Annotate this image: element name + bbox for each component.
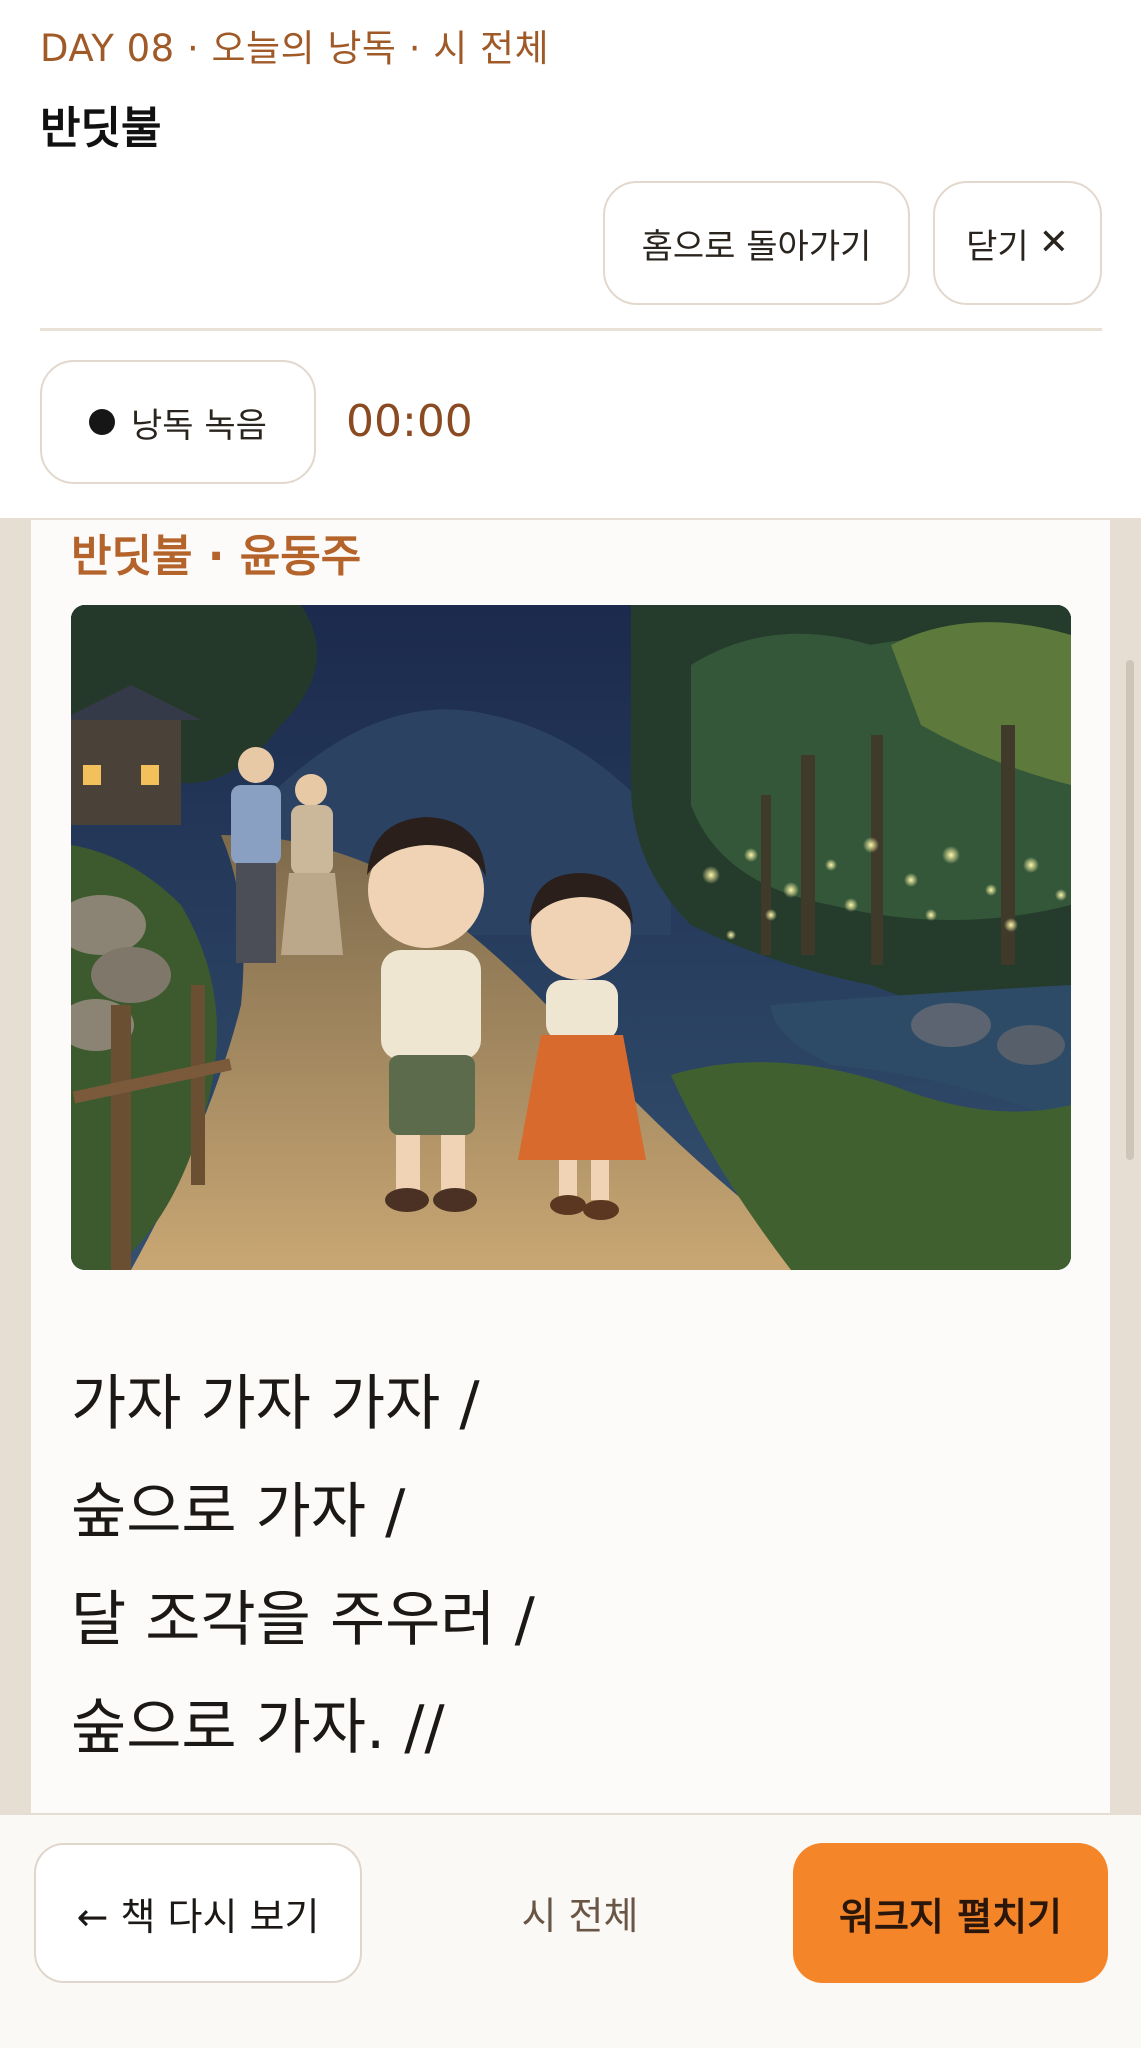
page-title: 반딧불 bbox=[40, 103, 162, 154]
day-eyebrow: DAY 08 · 오늘의 낭독 · 시 전체 bbox=[40, 27, 550, 70]
back-to-book-label: ← 책 다시 보기 bbox=[76, 1894, 320, 1939]
record-button[interactable]: 낭독 녹음 bbox=[40, 360, 316, 484]
record-button-label: 낭독 녹음 bbox=[131, 405, 267, 446]
header-divider bbox=[40, 328, 1102, 331]
close-button-label: 닫기 bbox=[966, 226, 1029, 267]
record-dot-icon bbox=[89, 409, 116, 435]
reading-header: DAY 08 · 오늘의 낭독 · 시 전체 반딧불 홈으로 돌아가기 닫기 ✕… bbox=[0, 0, 1141, 520]
back-to-book-button[interactable]: ← 책 다시 보기 bbox=[34, 1843, 362, 1983]
home-button-label: 홈으로 돌아가기 bbox=[641, 226, 872, 267]
firefly-night-illustration bbox=[71, 605, 1071, 1270]
view-mode-label: 시 전체 bbox=[521, 1894, 639, 1938]
open-worksheet-button[interactable]: 워크지 펼치기 bbox=[793, 1843, 1108, 1983]
bottom-action-bar: ← 책 다시 보기 시 전체 워크지 펼치기 bbox=[0, 1813, 1141, 2048]
poem-text: 가자 가자 가자 / 숲으로 가자 / 달 조각을 주우러 / 숲으로 가자. … bbox=[71, 1350, 535, 1782]
content-scrollbar[interactable] bbox=[1126, 660, 1134, 1160]
poem-heading: 반딧불 · 윤동주 bbox=[71, 531, 362, 582]
home-button[interactable]: 홈으로 돌아가기 bbox=[603, 181, 910, 305]
poem-line-2: 숲으로 가자 / bbox=[71, 1477, 406, 1547]
open-worksheet-label: 워크지 펼치기 bbox=[839, 1894, 1062, 1939]
poem-card[interactable]: 반딧불 · 윤동주 가자 가자 가자 / 숲으로 가자 / 달 조각을 주우러 … bbox=[31, 520, 1110, 1813]
poem-line-1: 가자 가자 가자 / bbox=[71, 1369, 480, 1439]
close-x-icon: ✕ bbox=[1038, 222, 1069, 263]
recording-timer: 00:00 bbox=[346, 396, 473, 447]
poem-line-4: 숲으로 가자. // bbox=[71, 1693, 445, 1763]
poem-line-3: 달 조각을 주우러 / bbox=[71, 1585, 535, 1655]
close-button[interactable]: 닫기 ✕ bbox=[933, 181, 1102, 305]
